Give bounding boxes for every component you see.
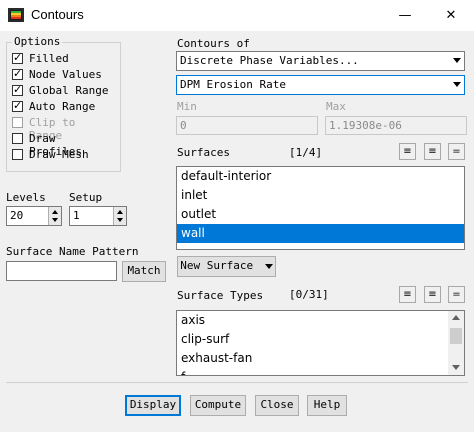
deselect-all-types-button[interactable]: ≡: [424, 286, 441, 303]
max-field[interactable]: 1.19308e-06: [325, 116, 467, 135]
levels-value: 20: [10, 209, 24, 222]
filled-checkbox-box[interactable]: [12, 51, 23, 64]
clip-to-range-checkbox-box[interactable]: [12, 117, 23, 128]
setup-spin-buttons[interactable]: [113, 207, 126, 225]
list-icon: ≡: [428, 289, 437, 300]
new-surface-label: New Surface: [180, 259, 254, 272]
surfaces-count: [1/4]: [289, 146, 323, 159]
levels-spin-buttons[interactable]: [48, 207, 61, 225]
surface-types-count: [0/31]: [289, 288, 329, 301]
display-button[interactable]: Display: [125, 395, 181, 416]
draw-mesh-checkbox-box[interactable]: [12, 149, 23, 160]
surface-item[interactable]: inlet: [177, 186, 464, 205]
close-button[interactable]: Close: [255, 395, 299, 416]
surface-item-selected[interactable]: wall: [177, 224, 464, 243]
vertical-scrollbar[interactable]: [448, 311, 464, 375]
node-values-checkbox[interactable]: Node Values: [12, 67, 112, 81]
filled-label: Filled: [29, 52, 69, 65]
spin-down-icon: [52, 218, 58, 222]
clip-to-range-checkbox[interactable]: Clip to Range: [12, 116, 112, 142]
min-field[interactable]: 0: [176, 116, 318, 135]
max-value: 1.19308e-06: [329, 119, 402, 132]
compute-button[interactable]: Compute: [190, 395, 246, 416]
surface-name-pattern-label: Surface Name Pattern: [6, 245, 139, 258]
minimize-button[interactable]: —: [382, 0, 428, 31]
auto-range-checkbox[interactable]: Auto Range: [12, 99, 112, 113]
surface-type-item[interactable]: clip-surf: [177, 330, 464, 349]
select-all-icon: ≡: [403, 146, 412, 157]
close-icon: ✕: [445, 8, 457, 23]
surface-types-label: Surface Types: [177, 289, 264, 302]
scrollbar-thumb[interactable]: [450, 328, 462, 344]
new-surface-button[interactable]: New Surface: [177, 256, 276, 277]
deselect-all-surfaces-button[interactable]: ≡: [424, 143, 441, 160]
min-value: 0: [180, 119, 187, 132]
footer-separator: [6, 382, 468, 383]
draw-profiles-checkbox[interactable]: Draw Profiles: [12, 132, 112, 158]
spin-up-icon: [52, 210, 58, 214]
setup-spinner[interactable]: 1: [69, 206, 127, 226]
global-range-checkbox-box[interactable]: [12, 83, 23, 96]
surfaces-list[interactable]: default-interior inlet outlet wall: [176, 166, 465, 250]
levels-spinner[interactable]: 20: [6, 206, 62, 226]
contours-variable-dropdown[interactable]: DPM Erosion Rate: [176, 75, 465, 95]
close-window-button[interactable]: ✕: [428, 0, 474, 31]
surface-type-item[interactable]: exhaust-fan: [177, 349, 464, 368]
node-values-checkbox-box[interactable]: [12, 67, 23, 80]
title-bar: Contours — ✕: [0, 0, 474, 31]
close-label: Close: [260, 398, 294, 411]
surface-name-pattern-input[interactable]: [6, 261, 117, 281]
chevron-down-icon: [453, 82, 461, 87]
levels-label: Levels: [6, 191, 46, 204]
surface-type-item[interactable]: axis: [177, 311, 464, 330]
select-all-surfaces-button[interactable]: ≡: [399, 143, 416, 160]
filled-checkbox[interactable]: Filled: [12, 51, 112, 65]
window-title: Contours: [31, 7, 84, 22]
auto-range-label: Auto Range: [29, 100, 96, 113]
list-icon: ≡: [428, 146, 437, 157]
equals-icon: =: [452, 289, 461, 300]
display-label: Display: [129, 398, 177, 411]
select-all-types-button[interactable]: ≡: [399, 286, 416, 303]
chevron-down-icon: [264, 263, 273, 269]
scroll-up-icon[interactable]: [452, 315, 460, 320]
global-range-label: Global Range: [29, 84, 109, 97]
invert-types-button[interactable]: =: [448, 286, 465, 303]
draw-profiles-checkbox-box[interactable]: [12, 133, 23, 144]
contours-variable-value: DPM Erosion Rate: [180, 78, 286, 91]
contours-of-label: Contours of: [177, 37, 250, 50]
min-label: Min: [177, 100, 197, 113]
surface-types-list[interactable]: axis clip-surf exhaust-fan f: [176, 310, 465, 376]
global-range-checkbox[interactable]: Global Range: [12, 83, 112, 97]
auto-range-checkbox-box[interactable]: [12, 99, 23, 112]
scroll-down-icon[interactable]: [452, 365, 460, 370]
node-values-label: Node Values: [29, 68, 102, 81]
max-label: Max: [326, 100, 346, 113]
surface-item[interactable]: default-interior: [177, 167, 464, 186]
options-legend: Options: [12, 35, 63, 48]
compute-label: Compute: [194, 398, 242, 411]
app-icon: [8, 8, 24, 22]
invert-surfaces-button[interactable]: =: [448, 143, 465, 160]
setup-value: 1: [73, 209, 80, 222]
match-button-label: Match: [127, 264, 161, 277]
surfaces-label: Surfaces: [177, 146, 230, 159]
spin-up-icon: [117, 210, 123, 214]
equals-icon: =: [452, 146, 461, 157]
surface-item[interactable]: outlet: [177, 205, 464, 224]
draw-mesh-label: Draw Mesh: [29, 148, 89, 161]
help-label: Help: [313, 398, 341, 411]
spin-down-icon: [117, 218, 123, 222]
match-button[interactable]: Match: [122, 261, 166, 282]
contours-category-value: Discrete Phase Variables...: [180, 54, 359, 67]
draw-mesh-checkbox[interactable]: Draw Mesh: [12, 148, 112, 161]
minimize-icon: —: [398, 8, 412, 23]
chevron-down-icon: [453, 58, 461, 63]
surface-type-item[interactable]: f: [177, 368, 464, 375]
help-button[interactable]: Help: [307, 395, 347, 416]
select-all-icon: ≡: [403, 289, 412, 300]
contours-category-dropdown[interactable]: Discrete Phase Variables...: [176, 51, 465, 71]
setup-label: Setup: [69, 191, 103, 204]
